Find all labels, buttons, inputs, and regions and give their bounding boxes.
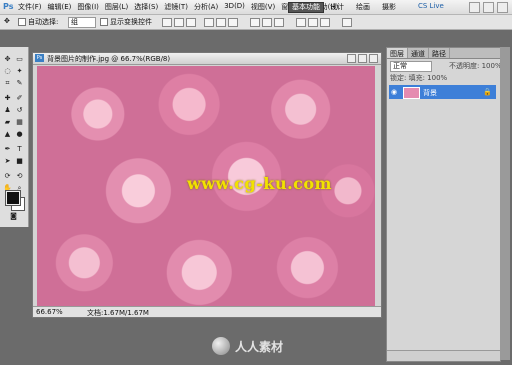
menu-image[interactable]: 图像(I) [77, 2, 99, 12]
workspace-painting-link[interactable]: 绘画 [356, 2, 370, 12]
cs-live-button[interactable]: CS Live [418, 2, 444, 10]
distribute-top-icon[interactable] [250, 18, 260, 27]
align-top-icon[interactable] [162, 18, 172, 27]
eye-icon[interactable]: ◉ [391, 88, 397, 96]
distribute-left-icon[interactable] [296, 18, 306, 27]
watermark-text: www.cg-ku.com [187, 174, 332, 193]
history-brush-tool-icon[interactable]: ↺ [15, 106, 24, 114]
workspace-links: 设计 绘画 摄影 [330, 2, 396, 12]
window-controls [469, 2, 508, 13]
3d-rotate-tool-icon[interactable]: ⟳ [3, 172, 12, 180]
align-horizontal-center-icon[interactable] [216, 18, 226, 27]
eyedropper-tool-icon[interactable]: ✎ [15, 79, 24, 87]
menu-view[interactable]: 视图(V) [251, 2, 275, 12]
close-icon[interactable] [497, 2, 508, 13]
show-transform-label: 显示变换控件 [110, 18, 152, 26]
options-bar: ✥ 自动选择: 组 显示变换控件 [0, 15, 512, 30]
tab-layers[interactable]: 图层 [387, 48, 408, 58]
menu-file[interactable]: 文件(F) [18, 2, 42, 12]
menu-edit[interactable]: 编辑(E) [48, 2, 72, 12]
menu-filter[interactable]: 滤镜(T) [164, 2, 188, 12]
document-tab[interactable]: Ps 背景图片的制作.jpg @ 66.7%(RGB/8) [33, 53, 381, 65]
crop-tool-icon[interactable]: ⌗ [3, 79, 12, 87]
document-close-icon[interactable] [369, 54, 378, 63]
brush-tool-icon[interactable]: ✐ [15, 94, 24, 102]
document-ps-icon: Ps [35, 54, 44, 62]
menu-select[interactable]: 选择(S) [134, 2, 158, 12]
move-tool-icon[interactable]: ✥ [3, 55, 12, 63]
menu-3d[interactable]: 3D(D) [224, 2, 245, 12]
auto-select-option[interactable]: 自动选择: [18, 17, 58, 27]
path-selection-tool-icon[interactable]: ➤ [3, 157, 12, 165]
layer-row-background[interactable]: ◉ 背景 🔒 [389, 85, 496, 99]
layers-panel: 图层 通道 路径 正常 不透明度: 100% 锁定: 填充: 100% ◉ 背景… [386, 47, 502, 362]
align-bottom-icon[interactable] [186, 18, 196, 27]
healing-brush-tool-icon[interactable]: ✚ [3, 94, 12, 102]
dodge-tool-icon[interactable]: ● [15, 130, 24, 138]
eraser-tool-icon[interactable]: ▰ [3, 118, 12, 126]
marquee-tool-icon[interactable]: ▭ [15, 55, 24, 63]
menu-analysis[interactable]: 分析(A) [194, 2, 218, 12]
lasso-tool-icon[interactable]: ◌ [3, 67, 12, 75]
workspace-design-link[interactable]: 设计 [330, 2, 344, 12]
zoom-level[interactable]: 66.67% [36, 308, 63, 316]
document-maximize-icon[interactable] [358, 54, 367, 63]
move-tool-icon[interactable]: ✥ [4, 17, 10, 25]
workspace-essentials-button[interactable]: 基本功能 [288, 2, 324, 13]
align-right-icon[interactable] [228, 18, 238, 27]
panel-dock-strip [500, 47, 510, 360]
lock-row[interactable]: 锁定: 填充: 100% [390, 73, 496, 82]
type-tool-icon[interactable]: T [15, 145, 24, 153]
tab-paths[interactable]: 路径 [429, 48, 450, 58]
brand-text: 人人素材 [235, 339, 284, 354]
show-transform-option[interactable]: 显示变换控件 [100, 17, 152, 27]
show-transform-checkbox[interactable] [100, 18, 108, 26]
document-minimize-icon[interactable] [347, 54, 356, 63]
3d-orbit-tool-icon[interactable]: ⟲ [15, 172, 24, 180]
distribute-bottom-icon[interactable] [274, 18, 284, 27]
blur-tool-icon[interactable]: ▲ [3, 130, 12, 138]
layer-name: 背景 [423, 89, 437, 97]
align-left-icon[interactable] [204, 18, 214, 27]
distribute-horizontal-icon[interactable] [308, 18, 318, 27]
clone-stamp-tool-icon[interactable]: ♟ [3, 106, 12, 114]
document-title: 背景图片的制作.jpg @ 66.7%(RGB/8) [47, 55, 171, 63]
blend-mode-dropdown[interactable]: 正常 [390, 61, 432, 72]
maximize-icon[interactable] [483, 2, 494, 13]
gradient-tool-icon[interactable]: ▦ [15, 118, 24, 126]
auto-select-dropdown[interactable]: 组 [68, 17, 96, 28]
photoshop-logo: Ps [3, 2, 14, 11]
foreground-color-swatch[interactable] [5, 190, 21, 206]
panel-tabs: 图层 通道 路径 [387, 48, 500, 59]
document-status-bar: 66.67% 文档:1.67M/1.67M [33, 306, 381, 317]
magic-wand-tool-icon[interactable]: ✦ [15, 67, 24, 75]
distribute-center-icon[interactable] [262, 18, 272, 27]
auto-select-checkbox[interactable] [18, 18, 26, 26]
image-canvas[interactable]: www.cg-ku.com [37, 66, 375, 306]
brand-watermark: 人人素材 [212, 337, 283, 355]
pen-tool-icon[interactable]: ✒ [3, 145, 12, 153]
menu-layer[interactable]: 图层(L) [105, 2, 128, 12]
distribute-right-icon[interactable] [320, 18, 330, 27]
shape-tool-icon[interactable]: ■ [15, 157, 24, 165]
align-vertical-center-icon[interactable] [174, 18, 184, 27]
brand-logo-icon [212, 337, 230, 355]
document-window: Ps 背景图片的制作.jpg @ 66.7%(RGB/8) www.cg-ku.… [32, 52, 382, 318]
layers-panel-footer [387, 350, 500, 361]
minimize-icon[interactable] [469, 2, 480, 13]
workspace-photography-link[interactable]: 摄影 [382, 2, 396, 12]
auto-align-icon[interactable] [342, 18, 352, 27]
auto-select-label: 自动选择: [28, 18, 59, 26]
tab-channels[interactable]: 通道 [408, 48, 429, 58]
document-window-controls [347, 54, 378, 63]
quick-mask-icon[interactable]: ◙ [9, 212, 18, 220]
layer-thumbnail [403, 87, 420, 99]
application-bar: Ps 文件(F) 编辑(E) 图像(I) 图层(L) 选择(S) 滤镜(T) 分… [0, 0, 512, 15]
opacity-field[interactable]: 不透明度: 100% [449, 61, 502, 71]
document-info: 文档:1.67M/1.67M [87, 309, 149, 317]
lock-icon: 🔒 [483, 88, 492, 96]
